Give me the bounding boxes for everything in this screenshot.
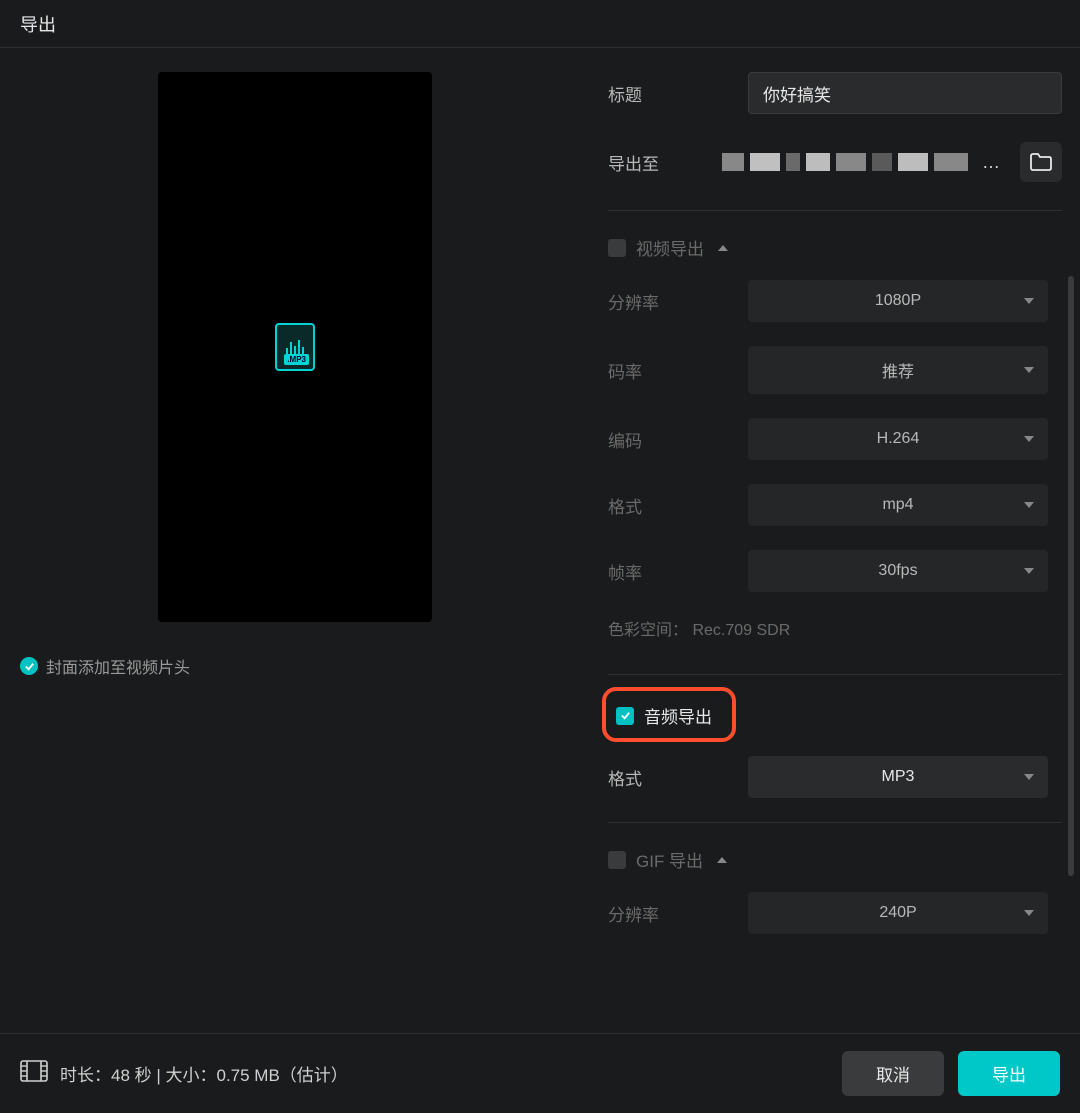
window-title: 导出: [20, 11, 56, 37]
mp3-badge: .MP3: [284, 354, 309, 365]
gif-export-checkbox[interactable]: [608, 851, 626, 869]
video-export-header[interactable]: 视频导出: [608, 211, 1062, 280]
path-ellipsis: …: [982, 152, 1000, 173]
preview-pane: .MP3 封面添加至视频片头: [0, 48, 590, 1033]
audio-format-label: 格式: [608, 765, 748, 790]
chevron-down-icon: [1024, 367, 1034, 373]
color-space-value: Rec.709 SDR: [692, 622, 790, 639]
color-space-row: 色彩空间： Rec.709 SDR: [608, 616, 1062, 668]
gif-export-header[interactable]: GIF 导出: [608, 823, 1062, 892]
gif-export-title: GIF 导出: [636, 847, 703, 872]
folder-icon: [1030, 153, 1052, 171]
resolution-label: 分辨率: [608, 289, 748, 314]
browse-folder-button[interactable]: [1020, 142, 1062, 182]
mp3-file-icon: .MP3: [275, 323, 315, 371]
title-label: 标题: [608, 81, 748, 106]
audio-format-dropdown[interactable]: MP3: [748, 756, 1048, 798]
fps-dropdown[interactable]: 30fps: [748, 550, 1048, 592]
bitrate-dropdown[interactable]: 推荐: [748, 346, 1048, 394]
chevron-up-icon: [717, 857, 727, 863]
audio-export-checkbox[interactable]: [616, 707, 634, 725]
cover-checkbox[interactable]: [20, 657, 38, 675]
audio-export-title: 音频导出: [644, 703, 712, 728]
audio-export-highlight: 音频导出: [602, 687, 736, 742]
video-export-checkbox[interactable]: [608, 239, 626, 257]
cancel-button[interactable]: 取消: [842, 1051, 944, 1096]
color-space-label: 色彩空间：: [608, 622, 688, 639]
gif-resolution-label: 分辨率: [608, 901, 748, 926]
video-export-title: 视频导出: [636, 235, 704, 260]
footer: 时长：48 秒 | 大小：0.75 MB（估计） 取消 导出: [0, 1033, 1080, 1113]
codec-label: 编码: [608, 427, 748, 452]
footer-info: 时长：48 秒 | 大小：0.75 MB（估计）: [60, 1061, 348, 1086]
resolution-dropdown[interactable]: 1080P: [748, 280, 1048, 322]
gif-resolution-dropdown[interactable]: 240P: [748, 892, 1048, 934]
export-path-display: …: [712, 142, 1010, 182]
film-icon: [20, 1060, 48, 1087]
chevron-down-icon: [1024, 774, 1034, 780]
export-button[interactable]: 导出: [958, 1051, 1060, 1096]
chevron-up-icon: [718, 245, 728, 251]
export-to-label: 导出至: [608, 150, 712, 175]
format-dropdown[interactable]: mp4: [748, 484, 1048, 526]
bitrate-label: 码率: [608, 358, 748, 383]
chevron-down-icon: [1024, 502, 1034, 508]
scrollbar[interactable]: [1068, 276, 1074, 876]
window-titlebar: 导出: [0, 0, 1080, 48]
chevron-down-icon: [1024, 436, 1034, 442]
codec-dropdown[interactable]: H.264: [748, 418, 1048, 460]
title-input[interactable]: [748, 72, 1062, 114]
chevron-down-icon: [1024, 298, 1034, 304]
preview-box[interactable]: .MP3: [158, 72, 432, 622]
chevron-down-icon: [1024, 568, 1034, 574]
cover-checkbox-label: 封面添加至视频片头: [46, 654, 190, 678]
format-label: 格式: [608, 493, 748, 518]
settings-pane: 标题 导出至 …: [590, 48, 1080, 1033]
chevron-down-icon: [1024, 910, 1034, 916]
fps-label: 帧率: [608, 559, 748, 584]
